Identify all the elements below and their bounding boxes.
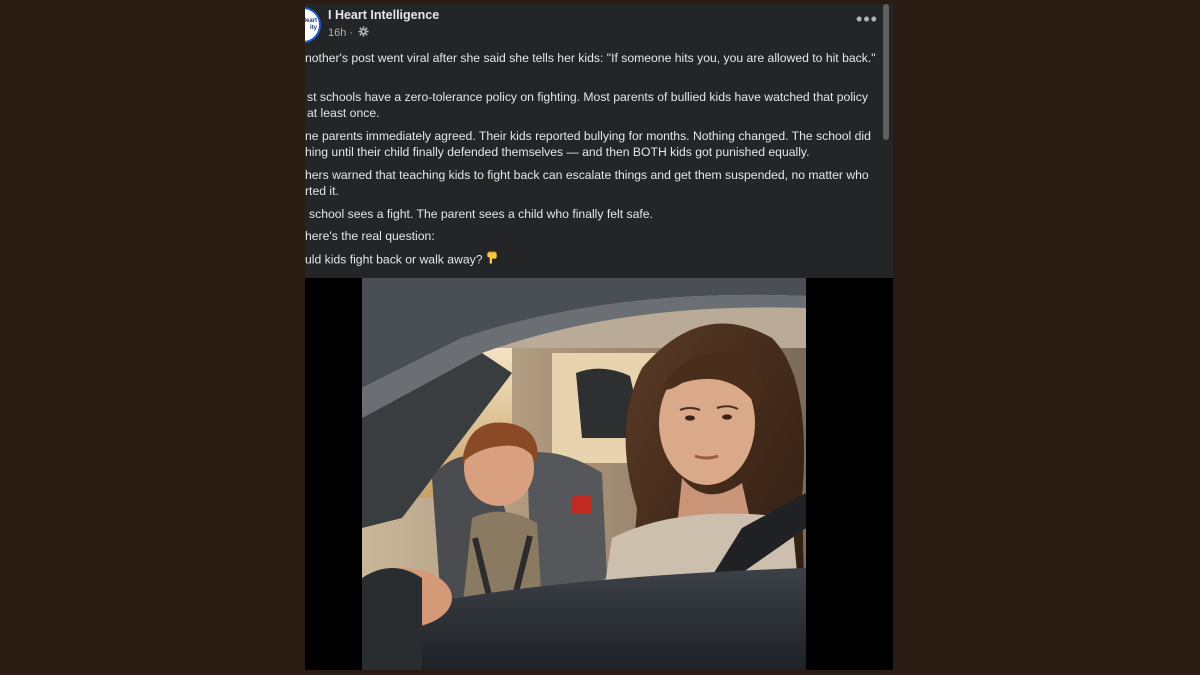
post-question-text: uld kids fight back or walk away? — [305, 251, 483, 266]
page-avatar[interactable]: Heart ity — [305, 7, 321, 43]
pointing-down-hand-icon — [485, 251, 499, 270]
post-paragraph: hers warned that teaching kids to fight … — [305, 167, 869, 199]
post-media[interactable] — [305, 278, 893, 670]
post-paragraph: st schools have a zero-tolerance policy … — [307, 89, 868, 121]
gear-icon[interactable] — [358, 26, 369, 40]
post-meta: 16h · — [328, 26, 369, 40]
post-card: Heart ity I Heart Intelligence 16h · — [305, 4, 893, 670]
post-paragraph-last: uld kids fight back or walk away? — [305, 251, 877, 270]
meta-separator: · — [349, 26, 357, 39]
post-header: Heart ity I Heart Intelligence 16h · — [305, 4, 893, 46]
post-paragraph: school sees a fight. The parent sees a c… — [309, 206, 653, 221]
more-options-icon[interactable]: ••• — [855, 10, 879, 32]
post-photo[interactable] — [362, 278, 806, 670]
photo-illustration — [362, 278, 806, 670]
post-timestamp[interactable]: 16h — [328, 27, 346, 39]
post-paragraph: ne parents immediately agreed. Their kid… — [305, 128, 871, 160]
page-name-link[interactable]: I Heart Intelligence — [328, 8, 439, 22]
scrollbar-thumb[interactable] — [883, 4, 889, 140]
post-paragraph: here's the real question: — [305, 229, 435, 243]
post-text: nother's post went viral after she said … — [305, 50, 877, 275]
post-paragraph: nother's post went viral after she said … — [305, 51, 876, 65]
avatar-logo-text: Heart ity — [305, 18, 317, 31]
